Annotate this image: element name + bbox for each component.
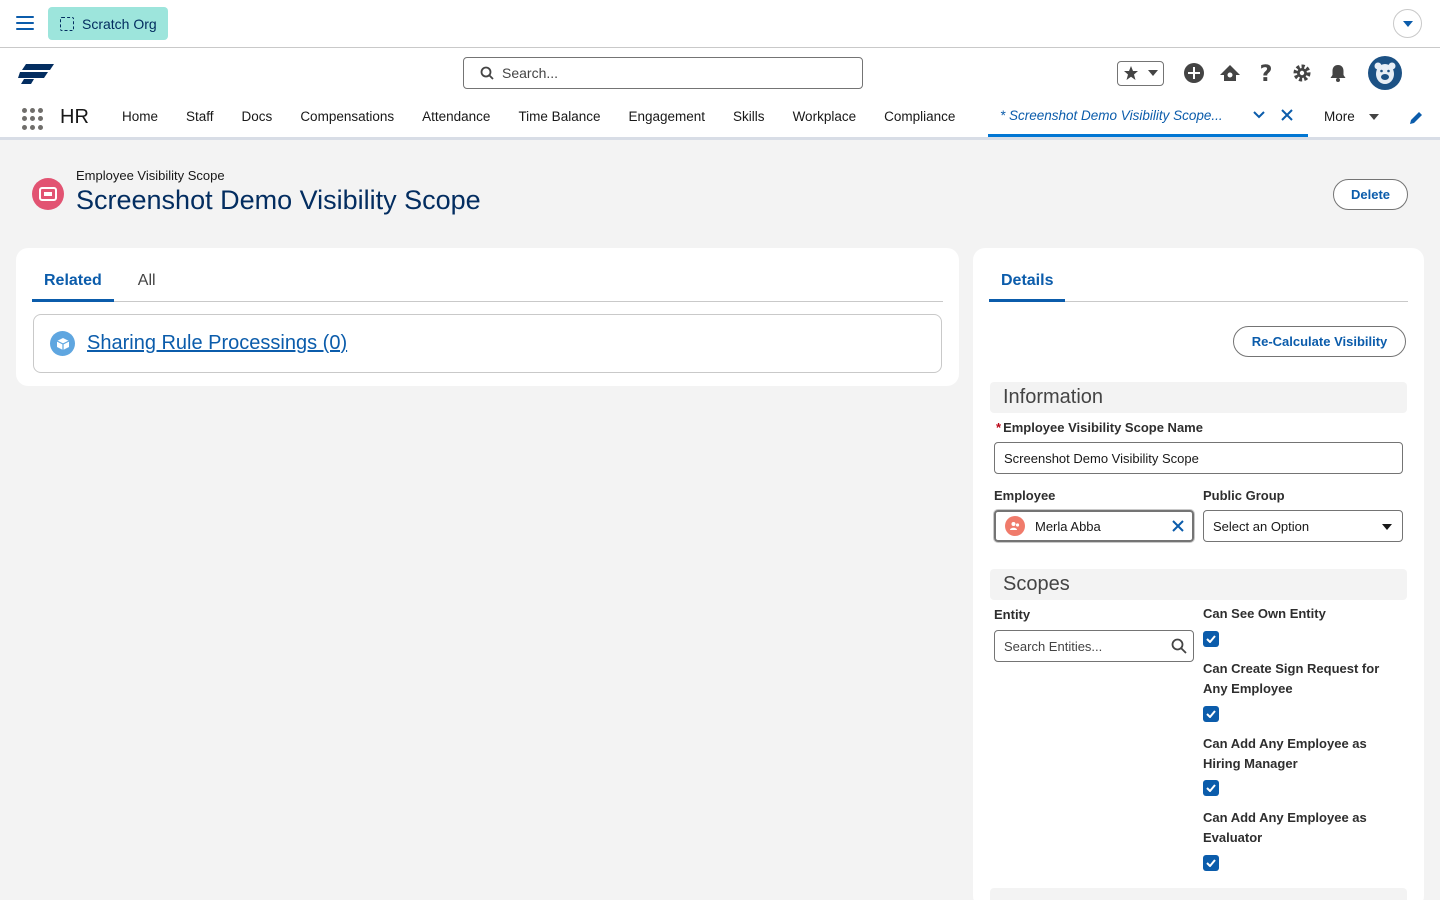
- employee-lookup[interactable]: Merla Abba: [994, 510, 1194, 542]
- ticket-icon: [39, 187, 57, 201]
- chevron-down-icon: [1148, 70, 1159, 76]
- help-icon[interactable]: ?: [1254, 61, 1278, 85]
- search-placeholder: Search...: [502, 65, 559, 81]
- tab-details[interactable]: Details: [989, 264, 1066, 302]
- name-label-text: Employee Visibility Scope Name: [1003, 420, 1203, 435]
- nav-more-label: More: [1324, 108, 1355, 124]
- chevron-down-icon: [1368, 113, 1379, 120]
- entity-placeholder: Search Entities...: [1004, 638, 1103, 654]
- star-icon: [1123, 66, 1138, 80]
- record-type-icon: [32, 178, 64, 210]
- name-field-label: * Employee Visibility Scope Name: [996, 420, 1203, 435]
- sharing-rule-processings-link[interactable]: Sharing Rule Processings (0): [87, 332, 347, 355]
- entity-search-input[interactable]: Search Entities...: [994, 630, 1194, 662]
- utility-bar: Scratch Org: [0, 0, 1440, 48]
- can-create-sign-request-checkbox[interactable]: [1203, 706, 1219, 722]
- check-icon: [1206, 710, 1216, 718]
- entity-label: Entity: [994, 607, 1031, 622]
- tab-related[interactable]: Related: [32, 264, 114, 302]
- related-list-sharing-rule-processings: Sharing Rule Processings (0): [33, 314, 942, 373]
- scratch-org-badge[interactable]: Scratch Org: [48, 7, 168, 40]
- global-search-input[interactable]: Search...: [463, 57, 863, 89]
- employee-icon: [1005, 516, 1025, 536]
- app-launcher-icon[interactable]: [22, 108, 44, 130]
- favorites-button[interactable]: [1117, 60, 1164, 86]
- nav-item-compensations[interactable]: Compensations: [286, 96, 408, 137]
- add-icon[interactable]: [1182, 61, 1206, 85]
- nav-item-attendance[interactable]: Attendance: [408, 96, 504, 137]
- name-field[interactable]: Screenshot Demo Visibility Scope: [994, 442, 1403, 474]
- nav-item-workplace[interactable]: Workplace: [779, 96, 871, 137]
- nav-item-staff[interactable]: Staff: [172, 96, 228, 137]
- can-add-hiring-manager-label: Can Add Any Employee as Hiring Manager: [1203, 736, 1367, 771]
- chevron-down-icon: [1382, 524, 1392, 530]
- page-title: Screenshot Demo Visibility Scope: [76, 185, 481, 215]
- clear-icon[interactable]: [1172, 520, 1184, 532]
- app-logo: [18, 64, 54, 84]
- nav-item-home[interactable]: Home: [108, 96, 172, 137]
- search-icon: [480, 66, 494, 80]
- public-group-label: Public Group: [1203, 488, 1285, 503]
- section-information[interactable]: Information: [990, 382, 1407, 413]
- top-dropdown-button[interactable]: [1393, 9, 1422, 38]
- active-tab-label: * Screenshot Demo Visibility Scope...: [1000, 107, 1223, 123]
- can-see-own-entity-label: Can See Own Entity: [1203, 606, 1326, 621]
- employee-label: Employee: [994, 488, 1056, 503]
- svg-text:?: ?: [1260, 62, 1273, 84]
- check-icon: [1206, 784, 1216, 792]
- public-group-value: Select an Option: [1213, 518, 1310, 534]
- bell-icon[interactable]: [1326, 61, 1350, 85]
- can-create-sign-request-label: Can Create Sign Request for Any Employee: [1203, 661, 1380, 696]
- public-group-select[interactable]: Select an Option: [1203, 510, 1403, 542]
- can-add-evaluator-checkbox[interactable]: [1203, 855, 1219, 871]
- scratch-org-label: Scratch Org: [82, 15, 157, 32]
- can-add-evaluator-label: Can Add Any Employee as Evaluator: [1203, 810, 1367, 845]
- user-avatar[interactable]: [1368, 56, 1402, 90]
- edit-nav-icon[interactable]: [1408, 110, 1424, 126]
- menu-icon[interactable]: [16, 16, 34, 32]
- chevron-down-icon: [1402, 20, 1413, 27]
- cube-icon: [50, 331, 75, 356]
- related-tabs: Related All: [32, 264, 943, 302]
- nav-item-docs[interactable]: Docs: [228, 96, 287, 137]
- trailhead-icon[interactable]: [1218, 61, 1242, 85]
- nav-item-time-balance[interactable]: Time Balance: [504, 96, 614, 137]
- app-navigation: HR Home Staff Docs Compensations Attenda…: [0, 96, 1440, 140]
- nav-item-compliance[interactable]: Compliance: [870, 96, 969, 137]
- employee-value: Merla Abba: [1035, 518, 1101, 534]
- gear-icon[interactable]: [1290, 61, 1314, 85]
- check-icon: [1206, 859, 1216, 867]
- required-marker: *: [996, 420, 1002, 435]
- related-card: Related All Sharing Rule Processings (0): [16, 248, 959, 386]
- app-name: HR: [60, 106, 89, 128]
- scratch-org-icon: [60, 16, 74, 31]
- check-icon: [1206, 635, 1216, 643]
- can-add-hiring-manager-checkbox[interactable]: [1203, 780, 1219, 796]
- tab-all[interactable]: All: [126, 264, 168, 302]
- close-icon[interactable]: [1280, 108, 1294, 122]
- bear-icon: [1374, 62, 1396, 84]
- nav-item-engagement[interactable]: Engagement: [614, 96, 719, 137]
- delete-button[interactable]: Delete: [1333, 179, 1408, 210]
- search-icon: [1171, 638, 1187, 654]
- section-scopes[interactable]: Scopes: [990, 569, 1407, 600]
- nav-item-skills[interactable]: Skills: [719, 96, 779, 137]
- record-type-label: Employee Visibility Scope: [76, 168, 225, 183]
- recalculate-visibility-button[interactable]: Re-Calculate Visibility: [1233, 326, 1406, 357]
- nav-more-menu[interactable]: More: [1324, 96, 1379, 137]
- details-card: Details Re-Calculate Visibility Informat…: [973, 248, 1424, 900]
- can-see-own-entity-checkbox[interactable]: [1203, 631, 1219, 647]
- chevron-down-icon[interactable]: [1252, 108, 1266, 122]
- details-tabs: Details: [989, 264, 1408, 302]
- section-next-partial[interactable]: [990, 888, 1407, 900]
- tab-active-record[interactable]: * Screenshot Demo Visibility Scope...: [988, 96, 1308, 137]
